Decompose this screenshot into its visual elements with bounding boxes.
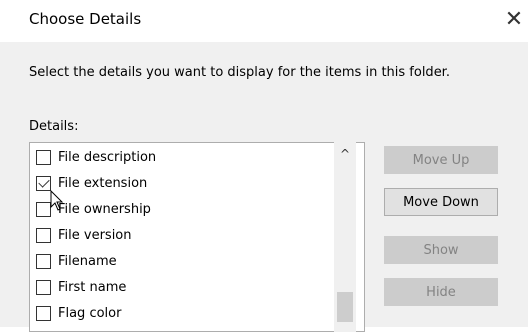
checkbox[interactable] — [36, 149, 51, 165]
scroll-up-icon[interactable]: ^ — [334, 146, 356, 162]
title-bar: Choose Details ✕ — [0, 0, 528, 42]
details-listbox[interactable]: File description File extension File own… — [29, 142, 365, 332]
list-item[interactable]: First name — [30, 274, 360, 300]
move-up-button[interactable]: Move Up — [384, 146, 498, 174]
dialog-title: Choose Details — [29, 10, 142, 28]
list-item[interactable]: Flag color — [30, 300, 360, 326]
show-button[interactable]: Show — [384, 236, 498, 264]
list-item[interactable]: File description — [30, 144, 360, 170]
list-item-label: File extension — [58, 175, 148, 191]
list-item-label: File ownership — [58, 201, 151, 217]
instructions-text: Select the details you want to display f… — [29, 65, 450, 80]
scroll-thumb[interactable] — [337, 292, 353, 322]
list-item-label: Flag color — [58, 305, 122, 321]
list-item[interactable]: File extension — [30, 170, 360, 196]
checkbox[interactable] — [36, 201, 51, 217]
list-item-label: First name — [58, 279, 127, 295]
details-label: Details: — [29, 119, 79, 134]
list-item[interactable]: Filename — [30, 248, 360, 274]
list-item[interactable]: File version — [30, 222, 360, 248]
checkbox[interactable] — [36, 253, 51, 269]
mouse-cursor-icon — [50, 190, 64, 211]
close-icon[interactable]: ✕ — [500, 4, 528, 34]
hide-button[interactable]: Hide — [384, 278, 498, 306]
checkbox[interactable] — [36, 227, 51, 243]
move-down-button[interactable]: Move Down — [384, 188, 498, 216]
list-item-label: File version — [58, 227, 132, 243]
checkbox[interactable] — [36, 175, 51, 191]
checkbox[interactable] — [36, 305, 51, 321]
list-item-label: File description — [58, 149, 157, 165]
list-scrollbar[interactable]: ^ — [334, 142, 356, 332]
list-item[interactable]: File ownership — [30, 196, 360, 222]
list-item-label: Filename — [58, 253, 117, 269]
checkbox[interactable] — [36, 279, 51, 295]
